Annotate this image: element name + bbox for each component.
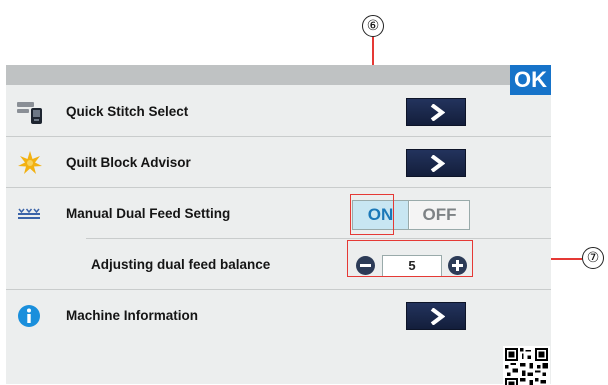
settings-panel: OK Quick Stitch Select Quilt Block Advis… — [6, 65, 551, 385]
row-divider — [6, 187, 551, 188]
callout-number-6: ⑥ — [362, 15, 384, 37]
info-icon — [18, 305, 40, 327]
chevron-right-icon — [430, 308, 445, 325]
quick-stitch-select-label: Quick Stitch Select — [66, 104, 189, 119]
callout-7-highlight-box — [347, 240, 473, 277]
row-divider — [6, 136, 551, 137]
quilt-block-advisor-icon — [18, 151, 42, 174]
settings-row-quilt-block-advisor: Quilt Block Advisor — [6, 138, 551, 188]
qr-code-icon[interactable] — [503, 346, 550, 385]
quilt-block-advisor-arrow-button[interactable] — [406, 149, 466, 177]
manual-dual-feed-label: Manual Dual Feed Setting — [66, 206, 231, 221]
machine-information-arrow-button[interactable] — [406, 302, 466, 330]
quick-stitch-select-arrow-button[interactable] — [406, 98, 466, 126]
row-divider — [6, 289, 551, 290]
panel-header-bar — [6, 65, 551, 85]
dual-feed-balance-label: Adjusting dual feed balance — [91, 257, 271, 272]
settings-row-machine-information: Machine Information — [6, 291, 551, 341]
settings-row-quick-stitch-select: Quick Stitch Select — [6, 87, 551, 137]
callout-number-7: ⑦ — [582, 247, 604, 269]
dual-feed-icon — [18, 208, 40, 219]
chevron-right-icon — [430, 104, 445, 121]
toggle-off-button[interactable]: OFF — [410, 201, 469, 229]
quilt-block-advisor-label: Quilt Block Advisor — [66, 155, 191, 170]
row-divider — [86, 238, 551, 239]
chevron-right-icon — [430, 155, 445, 172]
machine-information-label: Machine Information — [66, 308, 199, 323]
quick-stitch-select-icon — [17, 102, 42, 124]
settings-row-manual-dual-feed: Manual Dual Feed Setting ON OFF — [6, 189, 551, 239]
callout-6-highlight-box — [350, 194, 394, 235]
